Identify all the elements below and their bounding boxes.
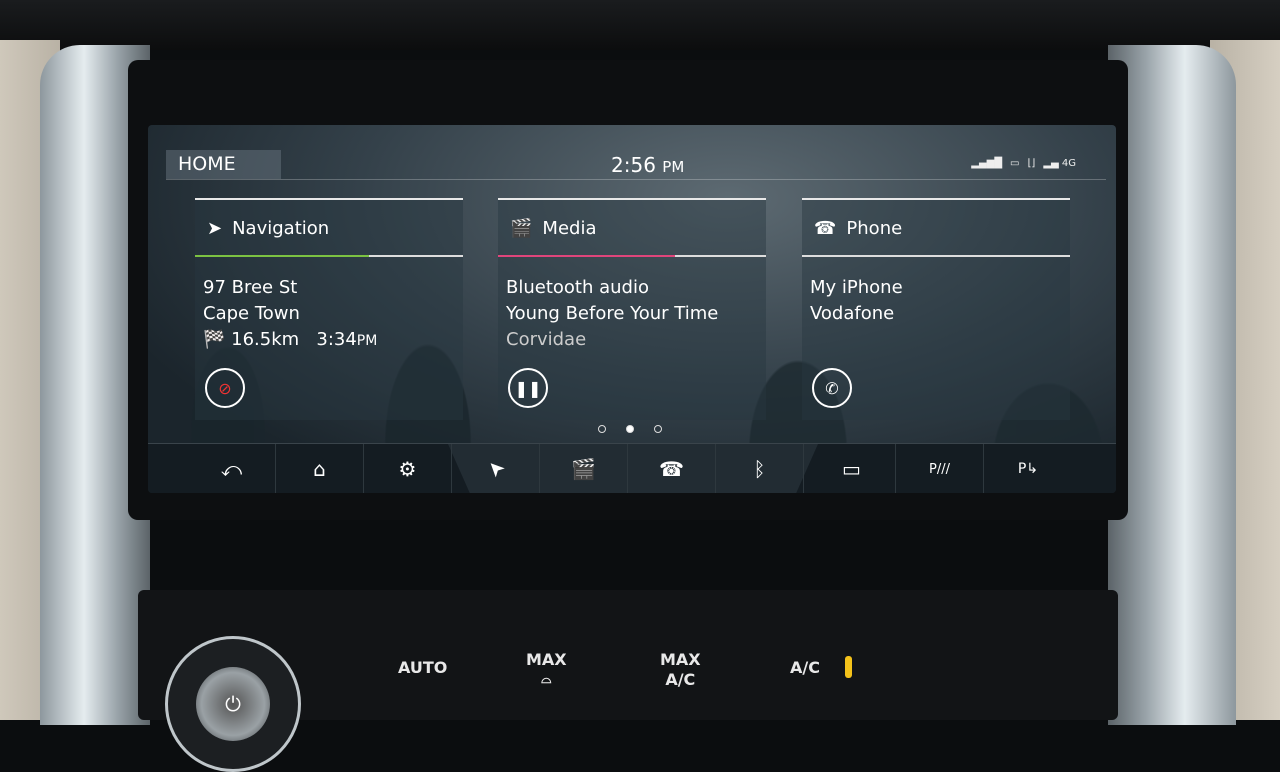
navigation-arrow-icon: ➤	[481, 454, 510, 484]
dock-phone-button[interactable]: ☎	[628, 444, 716, 493]
ac-button[interactable]: A/C	[790, 658, 820, 678]
park-assist-icon: P↳	[1017, 461, 1039, 477]
phone-card[interactable]: ☎ Phone My iPhone Vodafone ✆	[802, 198, 1070, 420]
navigation-card[interactable]: ➤ Navigation 97 Bree St Cape Town 🏁 16.5k…	[195, 198, 463, 420]
max-defrost-button[interactable]: MAX ⌓	[526, 650, 567, 690]
camera-icon: ▭	[842, 457, 861, 481]
call-icon: ✆	[825, 378, 839, 398]
phone-icon: ☎	[814, 218, 837, 239]
dock-back-button[interactable]: ⤺	[188, 444, 276, 493]
home-label[interactable]: HOME	[166, 150, 281, 179]
media-clapper-icon: 🎬	[510, 218, 533, 239]
dock-bluetooth-button[interactable]: ᛒ	[716, 444, 804, 493]
media-source: Bluetooth audio	[506, 277, 649, 298]
max-ac-button[interactable]: MAX A/C	[660, 650, 701, 690]
signal-4g-icon: ▂▄ 4G	[1043, 158, 1076, 169]
air-vent	[0, 0, 1280, 50]
dock-park-distance-button[interactable]: P///	[896, 444, 984, 493]
destination-street: 97 Bree St	[203, 277, 298, 298]
page-dot-active[interactable]	[626, 425, 634, 433]
bottom-dock: ⤺ ⌂ ⚙ ➤ 🎬 ☎ ᛒ ▭ P/// P↳	[148, 443, 1116, 493]
dock-park-assist-button[interactable]: P↳	[984, 444, 1072, 493]
card-title: Navigation	[232, 218, 330, 239]
auto-button[interactable]: AUTO	[398, 658, 447, 678]
dock-settings-button[interactable]: ⚙	[364, 444, 452, 493]
cancel-route-icon: ⊘	[218, 378, 232, 398]
bluetooth-icon: ᛒ	[753, 457, 766, 481]
call-button[interactable]: ✆	[812, 368, 852, 408]
ac-indicator-light	[845, 656, 852, 678]
dock-home-button[interactable]: ⌂	[276, 444, 364, 493]
page-dot[interactable]	[598, 425, 606, 433]
dock-camera-button[interactable]: ▭	[808, 444, 896, 493]
track-title: Young Before Your Time	[506, 303, 719, 324]
status-bar: HOME 2:56 PM ▂▄▆█ ▭ ⌊⌋ ▂▄ 4G	[166, 150, 1106, 180]
navigation-arrow-icon: ➤	[207, 218, 223, 239]
destination-city: Cape Town	[203, 303, 300, 324]
cancel-route-button[interactable]: ⊘	[205, 368, 245, 408]
battery-icon: ▭	[1010, 158, 1020, 169]
park-distance-icon: P///	[929, 461, 950, 477]
power-icon: ⏻	[225, 692, 241, 716]
page-dot[interactable]	[654, 425, 662, 433]
pause-icon: ❚❚	[514, 378, 542, 398]
seat-icon: ⌊⌋	[1027, 158, 1036, 169]
power-knob[interactable]: ⏻	[165, 636, 301, 772]
checkered-flag-icon: 🏁	[203, 329, 226, 350]
pause-button[interactable]: ❚❚	[508, 368, 548, 408]
home-icon: ⌂	[313, 457, 326, 481]
dock-media-button[interactable]: 🎬	[540, 444, 628, 493]
dock-navigation-button[interactable]: ➤	[452, 444, 540, 493]
media-card[interactable]: 🎬 Media Bluetooth audio Young Before Your…	[498, 198, 766, 420]
settings-gears-icon: ⚙	[398, 457, 417, 481]
page-indicator	[598, 425, 662, 433]
infotainment-screen: HOME 2:56 PM ▂▄▆█ ▭ ⌊⌋ ▂▄ 4G ➤ Navigation…	[148, 125, 1116, 493]
route-info: 🏁 16.5km 3:34PM	[203, 329, 378, 350]
phone-carrier: Vodafone	[810, 303, 895, 324]
back-icon: ⤺	[220, 457, 243, 481]
media-clapper-icon: 🎬	[571, 457, 596, 481]
card-title: Phone	[846, 218, 903, 239]
defrost-icon: ⌓	[541, 672, 552, 687]
signal-icon: ▂▄▆█	[971, 158, 1003, 169]
clock: 2:56 PM	[611, 153, 685, 177]
card-title: Media	[542, 218, 597, 239]
status-icons: ▂▄▆█ ▭ ⌊⌋ ▂▄ 4G	[971, 158, 1076, 169]
phone-icon: ☎	[659, 457, 684, 481]
track-artist: Corvidae	[506, 329, 587, 350]
phone-device: My iPhone	[810, 277, 903, 298]
